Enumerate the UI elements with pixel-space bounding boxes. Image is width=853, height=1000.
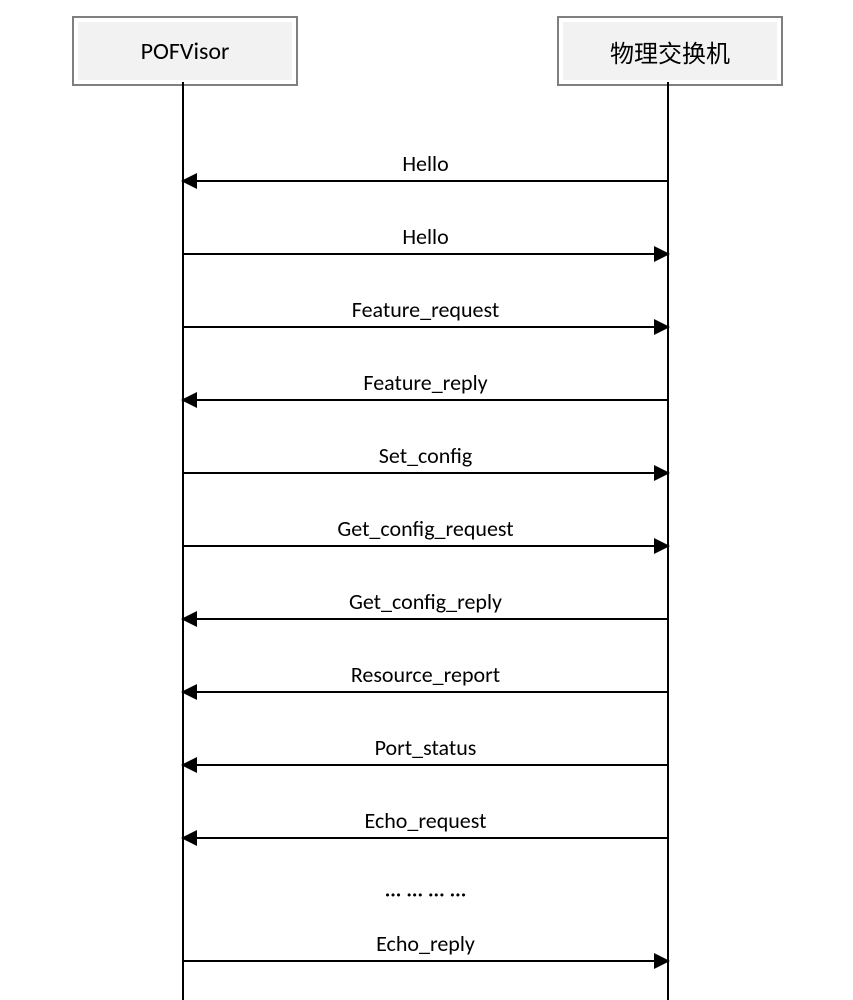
msg-feature-request: Feature_request	[183, 326, 668, 328]
msg-label: Resource_report	[183, 661, 668, 688]
msg-label: Hello	[183, 150, 668, 177]
msg-port-status: Port_status	[183, 764, 668, 766]
msg-label: ··· ··· ··· ···	[385, 880, 467, 907]
msg-label: Port_status	[183, 734, 668, 761]
msg-label: Echo_request	[183, 807, 668, 834]
msg-label: Feature_reply	[183, 369, 668, 396]
msg-label: Echo_reply	[183, 930, 668, 957]
sequence-diagram: POFVisor 物理交换机 Hello Hello Feature_reque…	[0, 0, 853, 1000]
msg-echo-request: Echo_request	[183, 837, 668, 839]
msg-echo-reply: Echo_reply	[183, 960, 668, 962]
msg-label: Get_config_reply	[183, 588, 668, 615]
msg-hello-1: Hello	[183, 180, 668, 182]
msg-label: Set_config	[183, 442, 668, 469]
participant-left: POFVisor	[72, 16, 298, 86]
msg-label: Feature_request	[183, 296, 668, 323]
participant-left-label: POFVisor	[141, 37, 230, 66]
msg-get-config-request: Get_config_request	[183, 545, 668, 547]
participant-right: 物理交换机	[557, 16, 783, 86]
msg-ellipsis: ··· ··· ··· ···	[183, 880, 668, 907]
msg-label: Get_config_request	[183, 515, 668, 542]
participant-right-label: 物理交换机	[610, 34, 730, 69]
msg-label: Hello	[183, 223, 668, 250]
msg-set-config: Set_config	[183, 472, 668, 474]
msg-get-config-reply: Get_config_reply	[183, 618, 668, 620]
msg-hello-2: Hello	[183, 253, 668, 255]
msg-feature-reply: Feature_reply	[183, 399, 668, 401]
msg-resource-report: Resource_report	[183, 691, 668, 693]
